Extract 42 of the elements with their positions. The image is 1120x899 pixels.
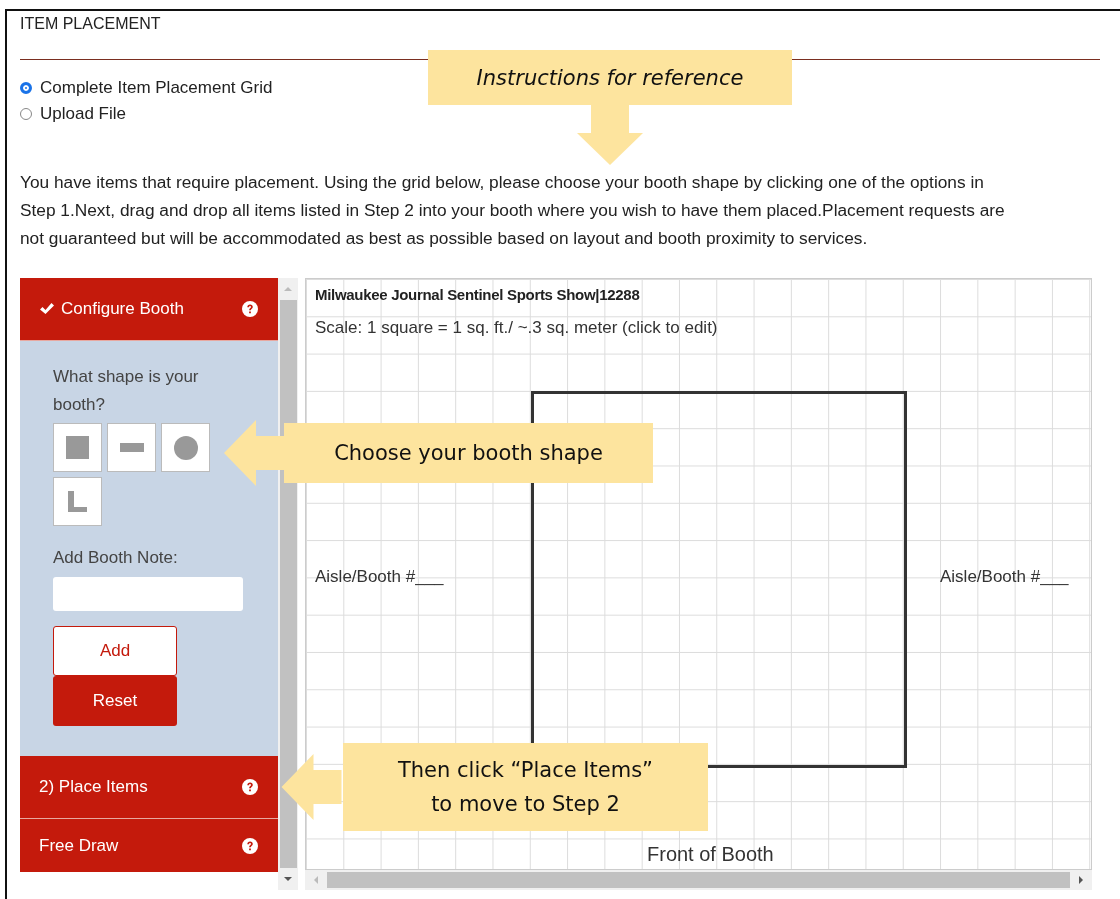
radio-button[interactable]: [20, 82, 32, 94]
panel-header[interactable]: Free Draw: [20, 819, 278, 872]
show-title: Milwaukee Journal Sentinel Sports Show|12288: [315, 286, 640, 303]
panel-header[interactable]: 2) Place Items: [20, 756, 278, 819]
front-label: Front of Booth: [647, 843, 774, 865]
scroll-left-icon[interactable]: [313, 875, 319, 885]
scroll-up-icon[interactable]: [283, 286, 293, 292]
circle-shape-button[interactable]: [161, 423, 210, 472]
scroll-right-icon[interactable]: [1078, 875, 1084, 885]
aisle-label: Aisle/Booth #___: [315, 567, 444, 587]
checkmark-icon: [39, 302, 55, 316]
horizontal-scrollbar[interactable]: [305, 870, 1092, 890]
circle-icon: [173, 435, 198, 460]
square-shape-button[interactable]: [53, 423, 102, 472]
action-button[interactable]: Reset: [53, 676, 177, 726]
l-shape-icon: [68, 491, 87, 512]
l-shape-shape-button[interactable]: [53, 477, 102, 526]
note-label: Add Booth Note:: [53, 548, 179, 568]
radio-label[interactable]: Complete Item Placement Grid: [40, 78, 273, 98]
radio-label[interactable]: Upload File: [40, 104, 126, 124]
shape-prompt: What shape is your booth?: [53, 366, 200, 416]
instructions-text: You have items that require placement. Using the grid below, please choose your booth shape by clicking one of the options in Step 1.Next, drag and drop all items listed in Step 2 into your booth where you wish to have them placed.Placement requests are not guaranteed but will be accommodated as best as possible based on layout and booth proximity to services.: [20, 171, 1005, 250]
action-button[interactable]: Add: [53, 626, 177, 676]
rectangle-shape-button[interactable]: [107, 423, 156, 472]
callout-arrow: [224, 420, 284, 486]
aisle-label: Aisle/Booth #___: [940, 567, 1069, 587]
help-icon[interactable]: [242, 779, 258, 795]
callout-tooltip: Instructions for reference: [428, 50, 792, 105]
note-input[interactable]: [53, 577, 243, 611]
scale-text[interactable]: Scale: 1 square = 1 sq. ft./ ~.3 sq. meter (click to edit): [315, 318, 718, 338]
section-title: ITEM PLACEMENT: [20, 15, 162, 34]
square-icon: [66, 436, 89, 459]
radio-button[interactable]: [20, 108, 32, 120]
help-icon[interactable]: [242, 301, 258, 317]
callout-arrow: [280, 754, 343, 820]
callout-arrow: [577, 105, 643, 165]
callout-tooltip: Choose your booth shape: [284, 423, 653, 483]
rectangle-icon: [119, 443, 144, 452]
help-icon[interactable]: [242, 837, 258, 854]
scroll-down-icon[interactable]: [283, 876, 293, 882]
callout-tooltip: Then click “Place Items” to move to Step 2: [343, 743, 708, 831]
panel-header[interactable]: Configure Booth: [20, 278, 278, 341]
